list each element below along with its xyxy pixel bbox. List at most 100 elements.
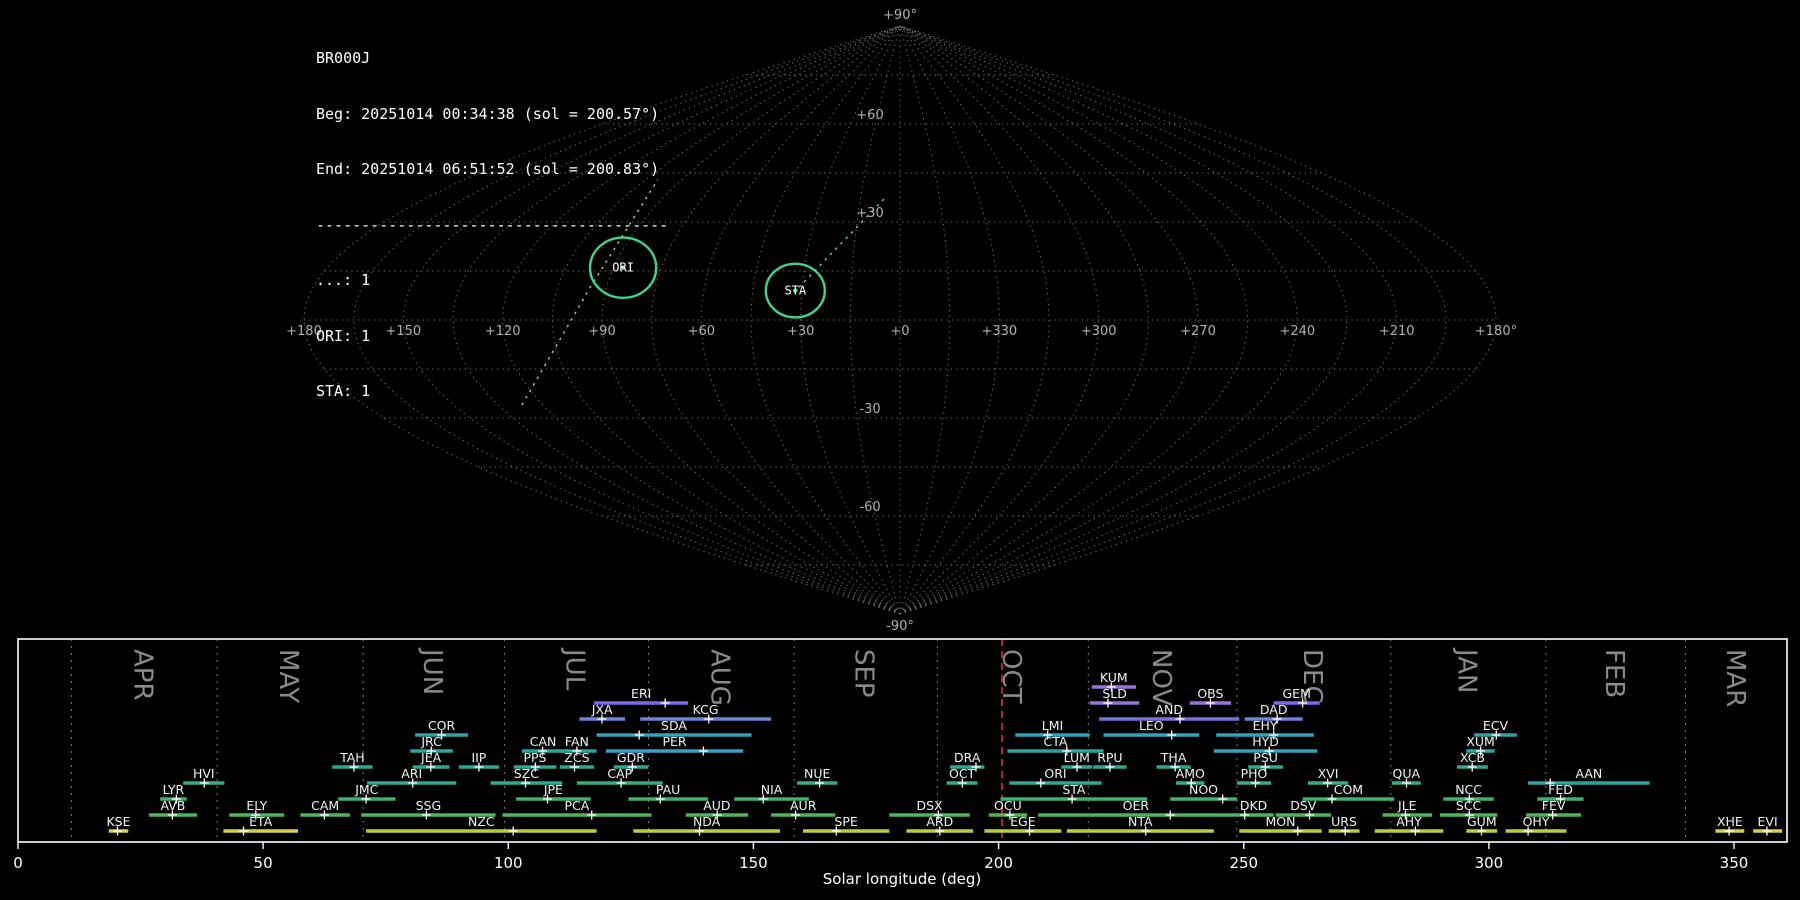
shower-label-lmi: LMI (1042, 718, 1063, 733)
shower-label-dra: DRA (954, 750, 981, 765)
shower-label-nda: NDA (693, 814, 721, 829)
shower-label-hyd: HYD (1252, 734, 1279, 749)
sky-lon-label: +60 (688, 324, 715, 339)
shower-label-ely: ELY (246, 798, 267, 813)
shower-label-com: COM (1334, 782, 1363, 797)
shower-label-psu: PSU (1253, 750, 1278, 765)
shower-label-sda: SDA (661, 718, 687, 733)
shower-label-and: AND (1155, 702, 1183, 717)
month-label: SEP (849, 649, 879, 698)
shower-label-rpu: RPU (1097, 750, 1122, 765)
month-label: JUN (417, 647, 447, 695)
shower-label-urs: URS (1331, 814, 1357, 829)
shower-label-xcb: XCB (1460, 750, 1485, 765)
shower-label-lyr: LYR (163, 782, 185, 797)
month-label: APR (128, 649, 158, 701)
sky-lon-label: +330 (981, 324, 1017, 339)
count-sta: STA: 1 (316, 382, 668, 401)
shower-label-szc: SZC (514, 766, 539, 781)
shower-label-eri: ERI (631, 686, 651, 701)
peak-marker (509, 827, 518, 836)
shower-label-nta: NTA (1128, 814, 1153, 829)
shower-label-nzc: NZC (468, 814, 495, 829)
shower-label-sld: SLD (1102, 686, 1127, 701)
month-label: MAR (1720, 649, 1750, 707)
sky-meridian (900, 26, 1347, 614)
count-ori: ORI: 1 (316, 327, 668, 346)
month-label: OCT (996, 649, 1026, 704)
shower-label-mon: MON (1266, 814, 1296, 829)
shower-label-dsx: DSX (916, 798, 943, 813)
month-label: FEB (1599, 649, 1629, 698)
sky-lon-label: +270 (1180, 324, 1216, 339)
shower-label-ahy: AHY (1396, 814, 1422, 829)
shower-label-amo: AMO (1176, 766, 1205, 781)
count-sporadic: ...: 1 (316, 271, 668, 290)
x-tick-label: 100 (494, 854, 523, 872)
peak-marker (661, 699, 670, 708)
shower-label-aur: AUR (790, 798, 817, 813)
x-tick-label: 350 (1720, 854, 1749, 872)
shower-label-lum: LUM (1064, 750, 1090, 765)
shower-label-dsv: DSV (1290, 798, 1317, 813)
x-tick-label: 150 (739, 854, 768, 872)
peak-marker (1167, 731, 1176, 740)
shower-label-oct: OCT (949, 766, 976, 781)
shower-label-eta: ETA (249, 814, 273, 829)
begin-time-line: Beg: 20251014 00:34:38 (sol = 200.57°) (316, 105, 668, 124)
sky-meridian (900, 26, 1148, 614)
shower-label-pca: PCA (564, 798, 589, 813)
shower-label-hvi: HVI (193, 766, 215, 781)
shower-label-scc: SCC (1456, 798, 1482, 813)
shower-label-kcg: KCG (693, 702, 719, 717)
shower-label-jea: JEA (420, 750, 442, 765)
shower-label-cor: COR (428, 718, 456, 733)
shower-label-cta: CTA (1044, 734, 1068, 749)
separator-line: --------------------------------------- (316, 216, 668, 235)
shower-label-jmc: JMC (354, 782, 378, 797)
shower-label-kse: KSE (106, 814, 130, 829)
shower-label-aud: AUD (703, 798, 730, 813)
shower-label-pau: PAU (656, 782, 680, 797)
end-time-line: End: 20251014 06:51:52 (sol = 200.83°) (316, 160, 668, 179)
sky-lon-label: +0 (890, 324, 909, 339)
sky-lon-label: +30 (787, 324, 814, 339)
peak-marker (1218, 795, 1227, 804)
x-tick-label: 0 (13, 854, 23, 872)
month-label: JUL (560, 647, 590, 691)
radiant-label-sta: STA (784, 284, 806, 298)
sky-pole-label-bottom: -90° (886, 619, 914, 634)
month-label: NOV (1146, 649, 1176, 706)
shower-label-tah: TAH (339, 750, 365, 765)
peak-marker (699, 747, 708, 756)
sky-lon-label: +300 (1081, 324, 1117, 339)
shower-label-gum: GUM (1467, 814, 1497, 829)
shower-label-ehy: EHY (1253, 718, 1278, 733)
shower-label-xvi: XVI (1318, 766, 1339, 781)
shower-label-ori: ORI (1044, 766, 1066, 781)
shower-label-per: PER (662, 734, 686, 749)
x-tick-label: 300 (1475, 854, 1504, 872)
shower-label-tha: THA (1160, 750, 1187, 765)
shower-label-avb: AVB (160, 798, 185, 813)
shower-label-obs: OBS (1197, 686, 1223, 701)
activity-chart: APRMAYJUNJULAUGSEPOCTNOVDECJANFEBMARKUME… (13, 639, 1787, 872)
shower-label-qua: QUA (1393, 766, 1421, 781)
shower-label-jxa: JXA (591, 702, 613, 717)
shower-label-fev: FEV (1542, 798, 1566, 813)
meteor-info-panel: BR000J Beg: 20251014 00:34:38 (sol = 200… (316, 12, 668, 438)
shower-label-jrc: JRC (420, 734, 442, 749)
shower-label-can: CAN (530, 734, 557, 749)
month-label: AUG (705, 649, 735, 706)
month-label: JAN (1451, 647, 1481, 693)
shower-label-gem: GEM (1283, 686, 1311, 701)
shower-label-gdr: GDR (617, 750, 645, 765)
shower-label-iip: IIP (471, 750, 486, 765)
x-tick-label: 200 (984, 854, 1013, 872)
shower-label-noo: NOO (1189, 782, 1218, 797)
shower-label-evi: EVI (1758, 814, 1778, 829)
x-tick-label: 50 (254, 854, 273, 872)
sky-lon-label: +180° (1475, 324, 1517, 339)
shower-label-fan: FAN (565, 734, 589, 749)
shower-label-zcs: ZCS (564, 750, 589, 765)
